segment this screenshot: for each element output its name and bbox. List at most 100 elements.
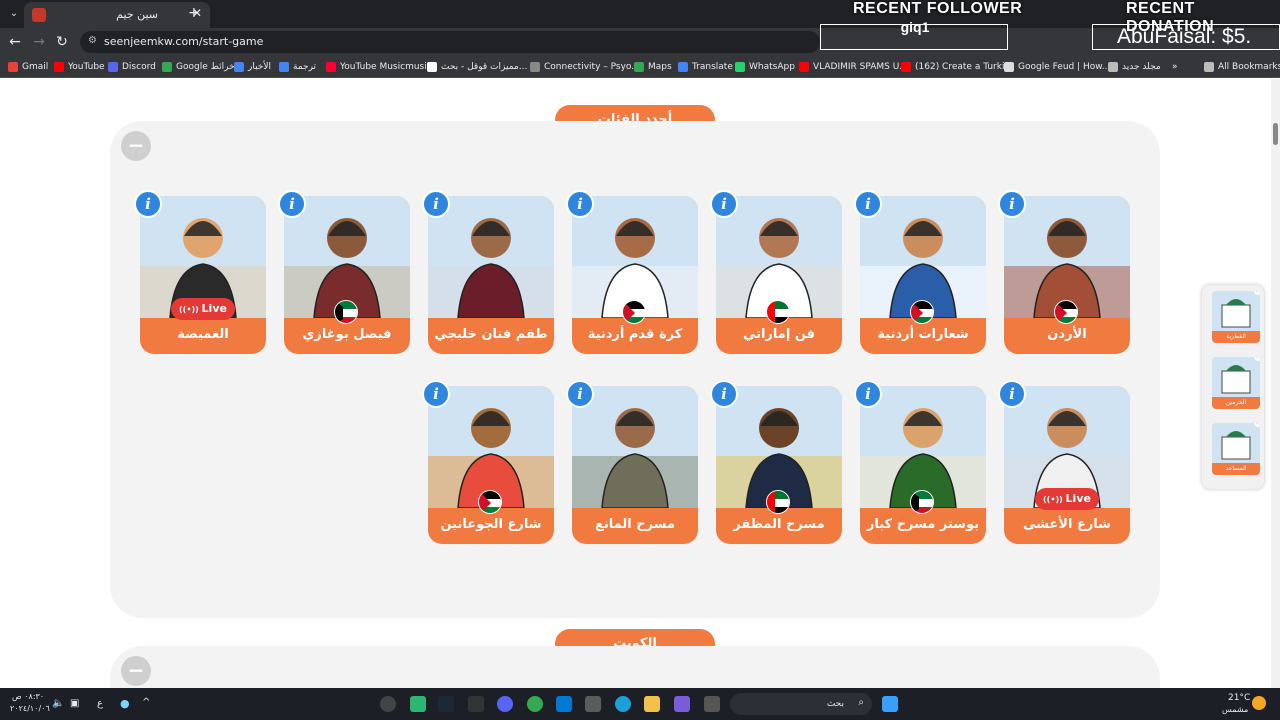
input-language[interactable]: ع <box>97 698 103 709</box>
store-icon[interactable] <box>585 696 601 712</box>
selected-categories-panel: القطرية × الحرمين × المساجد × <box>1202 285 1264 489</box>
broadcast-icon: ((•)) <box>179 305 202 314</box>
bookmark-item[interactable]: مجلد جديد <box>1108 60 1161 74</box>
info-icon[interactable]: i <box>422 190 450 218</box>
category-card[interactable]: مسرح المظفر <box>716 386 842 544</box>
bookmark-item[interactable]: Google Feud | How... <box>1004 60 1110 74</box>
category-card[interactable]: الأردن <box>1004 196 1130 354</box>
category-card[interactable]: بوستر مسرح كبار <box>860 386 986 544</box>
collapse-kuwait-button[interactable]: − <box>121 656 151 686</box>
category-label: مسرح المانع <box>595 517 675 532</box>
info-icon[interactable]: i <box>854 190 882 218</box>
category-card[interactable]: مسرح المانع <box>572 386 698 544</box>
info-icon[interactable]: i <box>710 190 738 218</box>
category-card[interactable]: ((•)) Live الغميضة <box>140 196 266 354</box>
active-tab[interactable]: سين جيم ✕ <box>24 2 210 28</box>
bookmark-item[interactable]: WhatsApp <box>735 60 795 74</box>
selected-category-thumb[interactable]: الحرمين × <box>1212 357 1260 409</box>
info-icon[interactable]: i <box>998 190 1026 218</box>
bookmark-favicon-icon <box>326 62 336 72</box>
new-tab-icon[interactable]: + <box>188 5 200 21</box>
category-card[interactable]: فن إماراتي <box>716 196 842 354</box>
info-icon[interactable]: i <box>566 380 594 408</box>
steam-icon[interactable] <box>438 696 454 712</box>
bookmark-item[interactable]: All Bookmarks <box>1204 60 1280 74</box>
remove-selected-icon[interactable]: × <box>1254 423 1260 427</box>
live-badge: ((•)) Live <box>171 298 235 320</box>
weather-sun-icon[interactable] <box>1252 696 1266 710</box>
tab-search-icon[interactable]: ⌄ <box>6 6 22 22</box>
bookmark-item[interactable]: Maps <box>634 60 672 74</box>
scroll-thumb[interactable] <box>1273 123 1278 145</box>
category-card[interactable]: فيصل بوغازي <box>284 196 410 354</box>
game-page: أجدد الفئات − الأردن i شعارات أردنية i فن … <box>0 79 1280 688</box>
app-icon-4[interactable] <box>468 696 484 712</box>
url-text: seenjeemkw.com/start-game <box>104 35 264 48</box>
bookmark-item[interactable]: (162) Create a Turki... <box>901 60 1013 74</box>
remove-selected-icon[interactable]: × <box>1254 291 1260 295</box>
back-icon[interactable]: ← <box>6 34 24 50</box>
info-icon[interactable]: i <box>278 190 306 218</box>
info-icon[interactable]: i <box>422 380 450 408</box>
bookmarks-bar: Gmail YouTube Discord Google خرائط الأخبار تر… <box>0 56 1280 78</box>
info-icon[interactable]: i <box>998 380 1026 408</box>
taskbar-search-box[interactable]: بحث ⌕ <box>730 693 872 715</box>
edge-icon[interactable] <box>615 696 631 712</box>
bookmark-favicon-icon <box>1204 62 1214 72</box>
bookmark-item[interactable]: VLADIMIR SPAMS U... <box>799 60 908 74</box>
category-card[interactable]: طقم فنان خليجي <box>428 196 554 354</box>
bookmark-item[interactable]: Google خرائط <box>162 60 235 74</box>
microphone-icon[interactable]: ● <box>120 697 130 710</box>
info-icon[interactable]: i <box>134 190 162 218</box>
chrome-icon[interactable] <box>527 696 543 712</box>
selected-category-thumb[interactable]: القطرية × <box>1212 291 1260 343</box>
bookmark-item[interactable]: Translate <box>678 60 733 74</box>
bookmark-label: الأخبار <box>248 62 272 72</box>
remove-selected-icon[interactable]: × <box>1254 357 1260 361</box>
category-card[interactable]: كرة قدم أردنية <box>572 196 698 354</box>
selected-category-label: المساجد <box>1212 463 1260 475</box>
app-icon-12[interactable] <box>704 696 720 712</box>
bookmark-item[interactable]: YouTube Musicmusi... <box>326 60 435 74</box>
selected-category-thumb[interactable]: المساجد × <box>1212 423 1260 475</box>
windows-start-icon[interactable] <box>882 696 898 712</box>
explorer-icon[interactable] <box>644 696 660 712</box>
tray-chevron-icon[interactable]: ^ <box>142 697 150 708</box>
recent-donation-box: AbuFaisal: $5. <box>1092 24 1280 50</box>
bookmark-item[interactable]: الأخبار <box>234 60 271 74</box>
info-icon[interactable]: i <box>710 380 738 408</box>
broadcast-icon: ((•)) <box>1043 495 1066 504</box>
page-scrollbar[interactable] <box>1271 79 1280 688</box>
bookmark-item[interactable]: Connectivity – Psyo... <box>530 60 640 74</box>
app-icon-1[interactable] <box>380 696 396 712</box>
reload-icon[interactable]: ↻ <box>53 34 71 50</box>
recent-follower-box: giq1 <box>820 19 1008 50</box>
category-card[interactable]: شعارات أردنية <box>860 196 986 354</box>
app-icon-11[interactable] <box>674 696 690 712</box>
live-label: Live <box>1065 492 1091 505</box>
bookmark-label: ترجمة <box>293 62 317 72</box>
bookmark-item[interactable]: ترجمة <box>279 60 316 74</box>
info-icon[interactable]: i <box>854 380 882 408</box>
bookmark-item[interactable]: Gmail <box>8 60 48 74</box>
bookmarks-overflow-icon[interactable]: » <box>1172 60 1178 74</box>
volume-icon[interactable]: 🔈 <box>52 698 64 709</box>
collapse-newest-button[interactable]: − <box>121 131 151 161</box>
mail-icon[interactable] <box>556 696 572 712</box>
weather-desc: مشمس <box>1222 705 1249 714</box>
bookmark-favicon-icon <box>1108 62 1118 72</box>
app-icon-2[interactable] <box>410 696 426 712</box>
address-bar[interactable]: ⚙ seenjeemkw.com/start-game <box>80 31 820 53</box>
category-card[interactable]: ((•)) Live شارع الأعشى <box>1004 386 1130 544</box>
category-label: مسرح المظفر <box>733 517 825 532</box>
forward-icon[interactable]: → <box>30 34 48 50</box>
bookmark-item[interactable]: Discord <box>108 60 156 74</box>
recent-donation-value: AbuFaisal: $5. <box>1117 25 1252 48</box>
category-card[interactable]: شارع الجوعانين <box>428 386 554 544</box>
bookmark-item[interactable]: مميزات قوقل - بحث... <box>427 60 527 74</box>
bookmark-item[interactable]: YouTube <box>54 60 105 74</box>
site-info-icon[interactable]: ⚙ <box>88 35 102 49</box>
info-icon[interactable]: i <box>566 190 594 218</box>
discord-icon[interactable] <box>497 696 513 712</box>
network-icon[interactable]: ▣ <box>70 698 79 709</box>
